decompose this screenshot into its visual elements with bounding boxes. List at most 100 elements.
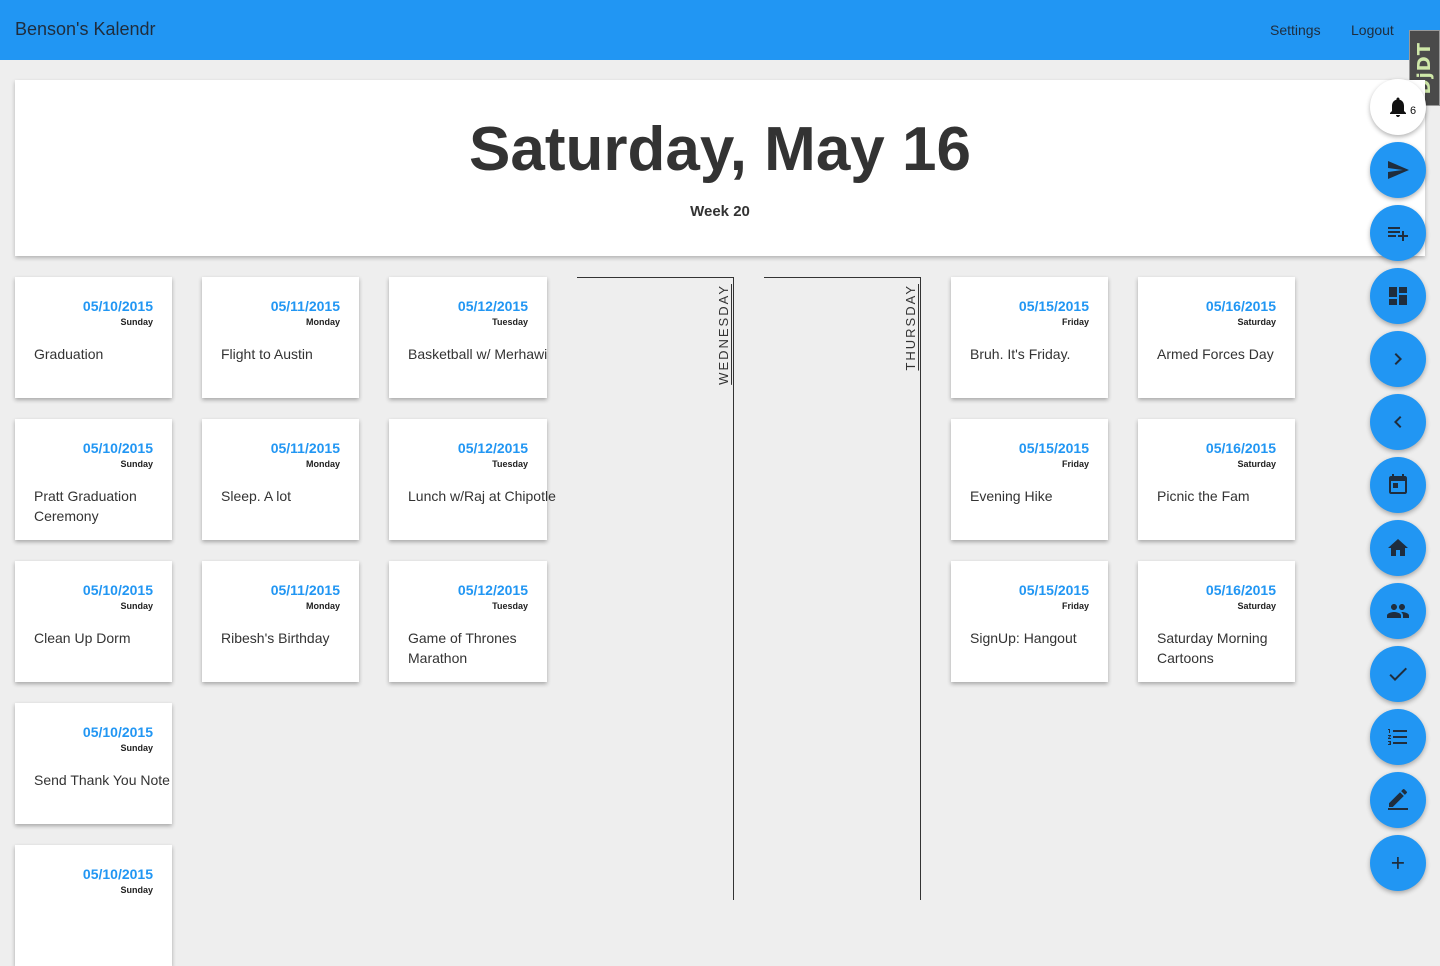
- event-date: 05/15/2015: [1018, 440, 1089, 456]
- event-weekday: Sunday: [120, 743, 153, 753]
- event-title: Basketball w/ Merhawi: [408, 346, 548, 362]
- list-icon: [1388, 729, 1407, 745]
- groups-button[interactable]: [1370, 583, 1426, 639]
- edit-icon: [1388, 788, 1408, 810]
- add-event-button[interactable]: [1370, 835, 1426, 891]
- people-icon: [1387, 604, 1409, 618]
- notification-count: 6: [1410, 105, 1417, 117]
- event-date: 05/10/2015: [82, 866, 153, 882]
- previous-week-button[interactable]: [1370, 394, 1426, 450]
- add-to-list-button[interactable]: [1370, 205, 1426, 261]
- event-weekday: Friday: [1061, 317, 1089, 327]
- event-card[interactable]: 05/16/2015 Saturday Armed Forces Day: [1138, 277, 1295, 398]
- event-date: 05/10/2015: [82, 298, 153, 314]
- event-date: 05/11/2015: [270, 582, 340, 598]
- event-card[interactable]: 05/11/2015 Monday Sleep. A lot: [202, 419, 359, 540]
- event-card[interactable]: 05/11/2015 Monday Flight to Austin: [202, 277, 359, 398]
- event-date: 05/10/2015: [82, 724, 153, 740]
- add-icon: [1391, 856, 1404, 869]
- event-title: Evening Hike: [970, 488, 1053, 504]
- dashboard-button[interactable]: [1370, 268, 1426, 324]
- event-weekday: Tuesday: [492, 459, 528, 469]
- event-card[interactable]: 05/12/2015 Tuesday Basketball w/ Merhawi: [389, 277, 547, 398]
- event-weekday: Monday: [305, 601, 340, 611]
- home-icon: [1388, 539, 1408, 556]
- event-title: Send Thank You Note: [34, 772, 170, 788]
- event-card[interactable]: 05/10/2015 Sunday Graduation: [15, 277, 172, 398]
- event-card[interactable]: 05/10/2015 Sunday Send Thank You Note: [15, 703, 172, 824]
- event-date: 05/16/2015: [1205, 582, 1276, 598]
- event-card[interactable]: 05/11/2015 Monday Ribesh's Birthday: [202, 561, 359, 682]
- event-date: 05/15/2015: [1018, 582, 1089, 598]
- event-weekday: Monday: [305, 317, 340, 327]
- send-button[interactable]: [1370, 142, 1426, 198]
- event-title: Ribesh's Birthday: [221, 630, 330, 646]
- logout-link[interactable]: Logout: [1351, 22, 1394, 38]
- event-card[interactable]: 05/15/2015 Friday Bruh. It's Friday.: [951, 277, 1108, 398]
- event-date: 05/12/2015: [457, 582, 528, 598]
- event-weekday: Sunday: [120, 317, 153, 327]
- event-date: 05/12/2015: [457, 440, 528, 456]
- event-card[interactable]: 05/15/2015 Friday Evening Hike: [951, 419, 1108, 540]
- check-icon: [1389, 667, 1407, 681]
- event-card[interactable]: 05/16/2015 Saturday Picnic the Fam: [1138, 419, 1295, 540]
- current-date-heading: Saturday, May 16: [469, 115, 971, 184]
- event-card[interactable]: 05/15/2015 Friday SignUp: Hangout: [951, 561, 1108, 682]
- event-weekday: Sunday: [120, 601, 153, 611]
- event-title: Game of Thrones Marathon: [408, 630, 517, 666]
- settings-link[interactable]: Settings: [1270, 22, 1321, 38]
- event-title: Clean Up Dorm: [34, 630, 131, 646]
- empty-day-column-thursday: THURSDAY: [764, 277, 921, 900]
- send-icon: [1388, 161, 1409, 179]
- chevron-right-icon: [1394, 353, 1402, 365]
- event-weekday: Saturday: [1237, 317, 1276, 327]
- event-title: Flight to Austin: [221, 346, 313, 362]
- event-card[interactable]: 05/10/2015 Sunday Clean Up Dorm: [15, 561, 172, 682]
- event-title: Armed Forces Day: [1157, 346, 1274, 362]
- event-weekday: Monday: [305, 459, 340, 469]
- event-date: 05/12/2015: [457, 298, 528, 314]
- event-title: Sleep. A lot: [221, 488, 292, 504]
- top-app-bar: Benson's Kalendr Settings Logout: [0, 0, 1440, 60]
- event-date: 05/16/2015: [1205, 298, 1276, 314]
- event-weekday: Saturday: [1237, 459, 1276, 469]
- event-card[interactable]: 05/12/2015 Tuesday Game of Thrones Marat…: [389, 561, 547, 682]
- event-date: 05/15/2015: [1018, 298, 1089, 314]
- event-date: 05/16/2015: [1205, 440, 1276, 456]
- event-weekday: Friday: [1061, 601, 1089, 611]
- event-title: Bruh. It's Friday.: [970, 346, 1071, 362]
- bell-icon: [1390, 97, 1406, 117]
- event-weekday: Tuesday: [492, 317, 528, 327]
- app-title[interactable]: Benson's Kalendr: [15, 19, 156, 40]
- edit-button[interactable]: [1370, 772, 1426, 828]
- chevron-left-icon: [1394, 416, 1402, 428]
- event-title: Pratt Graduation Ceremony: [34, 488, 137, 524]
- event-title: Lunch w/Raj at Chipotle: [408, 488, 556, 504]
- empty-day-label: WEDNESDAY: [716, 284, 731, 385]
- event-title: Picnic the Fam: [1157, 488, 1250, 504]
- list-button[interactable]: [1370, 709, 1426, 765]
- event-title: Saturday Morning Cartoons: [1157, 630, 1268, 666]
- event-card[interactable]: 05/10/2015 Sunday: [15, 845, 172, 966]
- event-date: 05/10/2015: [82, 440, 153, 456]
- event-title: Graduation: [34, 346, 104, 362]
- event-card[interactable]: 05/16/2015 Saturday Saturday Morning Car…: [1138, 561, 1295, 682]
- week-number: Week 20: [690, 203, 750, 220]
- empty-day-column-wednesday: WEDNESDAY: [577, 277, 734, 900]
- calendar-button[interactable]: [1370, 457, 1426, 513]
- event-title: SignUp: Hangout: [970, 630, 1077, 646]
- dashboard-icon: [1389, 287, 1407, 305]
- event-card[interactable]: 05/12/2015 Tuesday Lunch w/Raj at Chipot…: [389, 419, 556, 540]
- event-date: 05/10/2015: [82, 582, 153, 598]
- event-weekday: Friday: [1061, 459, 1089, 469]
- home-button[interactable]: [1370, 520, 1426, 576]
- confirm-button[interactable]: [1370, 646, 1426, 702]
- next-week-button[interactable]: [1370, 331, 1426, 387]
- event-weekday: Sunday: [120, 885, 153, 895]
- notifications-button[interactable]: 6: [1370, 79, 1426, 135]
- event-weekday: Sunday: [120, 459, 153, 469]
- event-card[interactable]: 05/10/2015 Sunday Pratt Graduation Cerem…: [15, 419, 172, 540]
- event-weekday: Saturday: [1237, 601, 1276, 611]
- event-date: 05/11/2015: [270, 298, 340, 314]
- empty-day-label: THURSDAY: [903, 284, 918, 371]
